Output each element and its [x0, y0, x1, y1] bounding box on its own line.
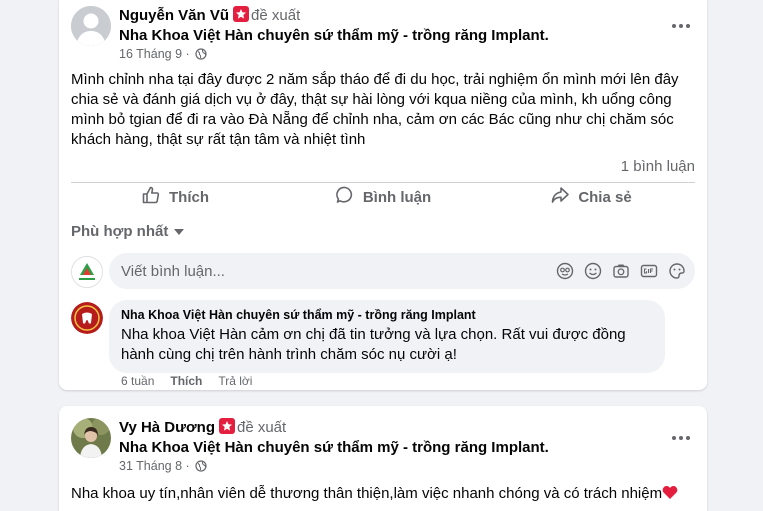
- post-text-line: khách hàng, thật sự rất tận tâm và nhiệt…: [71, 131, 366, 148]
- composer-tools: [555, 261, 687, 281]
- reply-text-line: Nha khoa Việt Hàn cảm ơn chị đã tin tưởn…: [121, 326, 626, 343]
- reply-text-line: hành cùng chị trên hành trình chăm sóc n…: [121, 346, 457, 363]
- post-text-line: Mình chỉnh nha tại đây được 2 năm sắp th…: [71, 71, 679, 88]
- comment-button[interactable]: Bình luận: [279, 179, 487, 215]
- star-badge-icon: [233, 6, 250, 22]
- king-logo-icon: [72, 257, 102, 287]
- camera-icon[interactable]: [611, 261, 631, 281]
- gif-icon[interactable]: [639, 261, 659, 281]
- author-name[interactable]: Vy Hà Dương: [119, 419, 215, 436]
- comment-icon: [335, 185, 355, 209]
- avatar[interactable]: [71, 6, 111, 46]
- reply-bubble: Nha Khoa Việt Hàn chuyên sứ thẩm mỹ - tr…: [109, 300, 665, 373]
- review-post-card: Nguyễn Văn Vũ đề xuất Nha Khoa Việt Hàn …: [59, 0, 707, 390]
- sort-label: Phù hợp nhất: [71, 223, 169, 240]
- more-horizontal-icon[interactable]: [667, 16, 695, 36]
- post-date[interactable]: 31 Tháng 8 ·: [119, 459, 190, 473]
- comment-composer[interactable]: Viết bình luận...: [109, 253, 695, 289]
- chevron-down-icon: [174, 228, 185, 235]
- sticker-avatar-icon[interactable]: [555, 261, 575, 281]
- reply-like-button[interactable]: Thích: [170, 374, 202, 388]
- comment-input[interactable]: Viết bình luận...: [121, 263, 555, 280]
- heart-icon: [662, 485, 678, 506]
- reply-author[interactable]: Nha Khoa Việt Hàn chuyên sứ thẩm mỹ - tr…: [121, 308, 653, 322]
- review-post-card: Vy Hà Dương đề xuất Nha Khoa Việt Hàn ch…: [59, 406, 707, 511]
- comment-sort-dropdown[interactable]: Phù hợp nhất: [71, 223, 185, 240]
- more-horizontal-icon[interactable]: [667, 428, 695, 448]
- post-text: Mình chỉnh nha tại đây được 2 năm sắp th…: [71, 70, 679, 150]
- comment-count[interactable]: 1 bình luận: [621, 158, 695, 175]
- page-name[interactable]: Nha Khoa Việt Hàn chuyên sứ thẩm mỹ - tr…: [119, 27, 549, 44]
- share-icon: [550, 185, 570, 209]
- post-actions: Thích Bình luận Chia sẻ: [71, 179, 695, 215]
- current-user-avatar[interactable]: [71, 256, 103, 288]
- star-badge-icon: [218, 418, 235, 434]
- share-button[interactable]: Chia sẻ: [487, 179, 695, 215]
- default-avatar-icon: [71, 6, 111, 46]
- reply-meta: 6 tuần Thích Trả lời: [121, 374, 252, 388]
- clinic-logo-icon: [71, 302, 103, 334]
- post-date-line: 31 Tháng 8 ·: [119, 459, 207, 475]
- like-label: Thích: [169, 188, 209, 206]
- suggest-label: đề xuất: [251, 7, 301, 24]
- suggest-label: đề xuất: [236, 419, 287, 436]
- post-date[interactable]: 16 Tháng 9 ·: [119, 47, 190, 61]
- author-name[interactable]: Nguyễn Văn Vũ: [119, 7, 229, 24]
- user-photo: [71, 418, 111, 458]
- share-label: Chia sẻ: [578, 188, 632, 206]
- like-button[interactable]: Thích: [71, 179, 279, 215]
- author-line: Nguyễn Văn Vũ đề xuất: [119, 6, 300, 24]
- page-name[interactable]: Nha Khoa Việt Hàn chuyên sứ thẩm mỹ - tr…: [119, 439, 549, 456]
- avatar[interactable]: [71, 418, 111, 458]
- post-text-line: mình bỏ tgian để đi ra vào Đà Nẵng để ch…: [71, 111, 674, 128]
- post-text-line: Nha khoa uy tín,nhân viên dễ thương thân…: [71, 485, 663, 502]
- reply-reply-button[interactable]: Trả lời: [218, 374, 252, 388]
- author-line: Vy Hà Dương đề xuất: [119, 418, 286, 436]
- comment-label: Bình luận: [362, 188, 432, 206]
- emoji-icon[interactable]: [583, 261, 603, 281]
- post-date-line: 16 Tháng 9 ·: [119, 47, 207, 63]
- sticker-icon[interactable]: [667, 261, 687, 281]
- post-text-line: chia sẻ và đánh giá dịch vụ ở đây, thật …: [71, 91, 672, 108]
- page-avatar[interactable]: [71, 302, 103, 334]
- reply-time[interactable]: 6 tuần: [121, 374, 154, 388]
- like-icon: [141, 185, 161, 209]
- globe-icon: [195, 460, 207, 475]
- globe-icon: [195, 48, 207, 63]
- post-text: Nha khoa uy tín,nhân viên dễ thương thân…: [71, 484, 678, 506]
